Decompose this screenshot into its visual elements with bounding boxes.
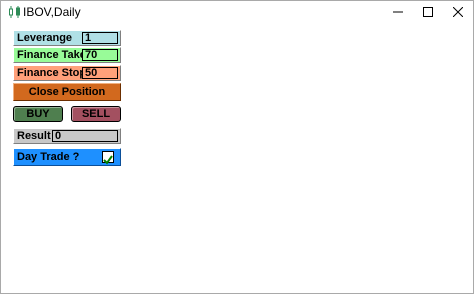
finance-stop-label: Finance Stop — [17, 67, 87, 79]
leverage-input[interactable] — [82, 32, 118, 44]
leverage-label: Leverange — [17, 32, 73, 44]
maximize-button[interactable] — [413, 1, 443, 23]
close-icon — [453, 7, 463, 17]
maximize-icon — [423, 7, 433, 17]
leverage-panel: Leverange — [13, 30, 121, 46]
window-title: IBOV,Daily — [23, 5, 81, 19]
app-window: IBOV,Daily Leverange Finance Take — [0, 0, 474, 294]
close-button[interactable] — [443, 1, 473, 23]
day-trade-panel: Day Trade ? — [13, 148, 121, 166]
sell-label: SELL — [81, 108, 111, 120]
result-panel: Result — [13, 128, 121, 144]
finance-take-panel: Finance Take — [13, 47, 121, 63]
result-label: Result — [17, 130, 51, 142]
minimize-button[interactable] — [383, 1, 413, 23]
sell-button[interactable]: SELL — [71, 106, 121, 122]
result-field — [52, 130, 118, 142]
checkmark-icon — [103, 155, 113, 165]
title-bar[interactable]: IBOV,Daily — [1, 1, 473, 23]
close-position-button[interactable]: Close Position — [13, 83, 121, 101]
chart-candles-icon — [8, 5, 22, 19]
buy-button[interactable]: BUY — [13, 106, 63, 122]
finance-take-input[interactable] — [82, 49, 118, 61]
chart-area: Leverange Finance Take Finance Stop Clos… — [1, 23, 473, 293]
close-position-label: Close Position — [28, 86, 106, 98]
day-trade-checkbox[interactable] — [102, 151, 114, 165]
finance-stop-panel: Finance Stop — [13, 65, 121, 81]
buy-label: BUY — [26, 108, 50, 120]
finance-stop-input[interactable] — [82, 67, 118, 79]
day-trade-label: Day Trade ? — [17, 151, 80, 163]
finance-take-label: Finance Take — [17, 49, 86, 61]
minimize-icon — [393, 11, 403, 13]
